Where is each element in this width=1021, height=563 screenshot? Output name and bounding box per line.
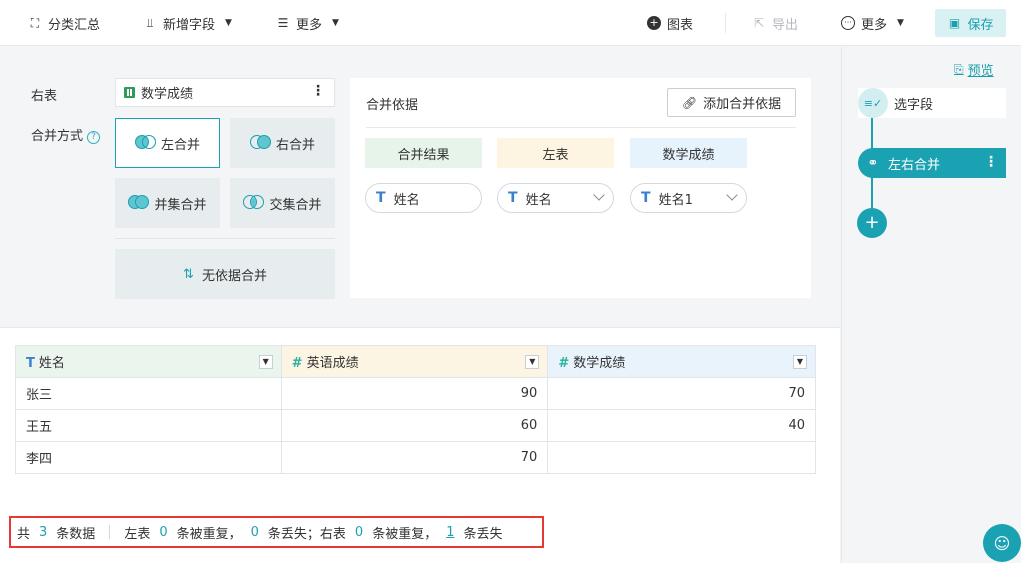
right-table-header: 数学成绩 (630, 138, 747, 168)
left-lost-count: 0 (250, 524, 259, 540)
save-button[interactable]: ▣ 保存 (935, 9, 1006, 37)
column-header-math[interactable]: # 数学成绩 ▼ (547, 345, 816, 378)
table-cell: 王五 (15, 409, 282, 442)
flow-step-merge[interactable]: ⚭ 左右合并 ⋮ (858, 148, 1006, 178)
chevron-down-icon (726, 189, 738, 201)
link-icon: 🔗︎ (681, 95, 698, 110)
table-cell: 70 (280, 441, 549, 474)
toolbar-divider (725, 13, 726, 33)
list-icon: ☰ (277, 16, 289, 30)
column-header-name[interactable]: T 姓名 ▼ (15, 345, 282, 378)
column-dropdown-icon[interactable]: ▼ (793, 355, 807, 369)
hierarchy-icon: ⛶ (30, 16, 40, 30)
more-left-button[interactable]: ☰ 更多 ▼ (276, 0, 339, 46)
result-table: T 姓名 ▼ # 英语成绩 ▼ # 数学成绩 ▼ 张三 90 70 王五 60 … (15, 345, 816, 474)
merge-option-left[interactable]: 左合并 (115, 118, 220, 168)
number-type-icon: # (558, 356, 570, 371)
column-dropdown-icon[interactable]: ▼ (525, 355, 540, 369)
export-button[interactable]: ⇱ 导出 (752, 0, 798, 46)
right-dup-count: 0 (354, 524, 364, 540)
right-join-icon (249, 134, 272, 152)
basis-title: 合并依据 (366, 98, 419, 113)
save-icon: ▣ (948, 16, 961, 30)
caret-down-icon: ▼ (332, 18, 339, 28)
table-cell: 60 (280, 409, 549, 442)
flow-step-select-fields[interactable]: ≡✓ 选字段 (858, 88, 1006, 118)
merge-option-union[interactable]: 并集合并 (115, 178, 220, 228)
chevron-down-icon (593, 189, 605, 201)
table-row: 李四 70 (15, 441, 816, 474)
left-table-header: 左表 (497, 138, 614, 168)
flow-sidebar: ⎘ 预览 ≡✓ 选字段 ⚭ 左右合并 ⋮ + ☺ (841, 47, 1021, 563)
chart-button[interactable]: + 图表 (647, 0, 693, 46)
add-field-icon: ⫫ (146, 16, 154, 30)
help-icon[interactable]: ? (87, 131, 101, 144)
caret-down-icon: ▼ (897, 18, 904, 28)
total-count: 3 (39, 524, 48, 540)
union-join-icon (128, 194, 150, 212)
text-type-icon: T (376, 190, 386, 206)
add-basis-button[interactable]: 🔗︎ 添加合并依据 (667, 88, 796, 117)
table-cell (547, 441, 816, 474)
left-join-icon (134, 134, 157, 152)
table-cell: 张三 (15, 377, 282, 410)
result-header: 合并结果 (365, 138, 482, 168)
divider (109, 525, 111, 539)
swap-icon: ⇅ (183, 266, 194, 282)
right-lost-count-link[interactable]: 1 (446, 525, 454, 540)
result-field-input[interactable]: T 姓名 (365, 183, 482, 213)
merge-option-right[interactable]: 右合并 (230, 118, 335, 168)
right-table-select[interactable]: 数学成绩 ⋮ (115, 78, 335, 107)
intersect-join-icon (243, 194, 265, 212)
add-field-button[interactable]: ⫫ 新增字段 ▼ (143, 0, 232, 46)
table-cell: 40 (547, 409, 816, 442)
right-field-select[interactable]: T 姓名1 (630, 183, 747, 213)
chat-support-button[interactable]: ☺ (983, 524, 1021, 562)
merge-method-label: 合并方式? (31, 125, 101, 144)
merge-config-panel: 右表 数学成绩 ⋮ 合并方式? 左合并 右合并 并集合并 交集合并 ⇅ 无依据合… (0, 47, 840, 326)
merge-summary: 共 3 条数据 左表 0 条被重复， 0 条丢失；右表 0 条被重复， 1 条丢… (9, 516, 544, 548)
table-cell: 90 (280, 377, 549, 410)
toolbar: ⛶ 分类汇总 ⫫ 新增字段 ▼ ☰ 更多 ▼ + 图表 ⇱ 导出 ··· 更多 … (0, 0, 1021, 46)
sheet-icon (124, 87, 135, 98)
select-fields-icon: ≡✓ (858, 88, 888, 118)
table-row: 王五 60 40 (15, 409, 816, 442)
number-type-icon: # (291, 356, 303, 371)
table-row: 张三 90 70 (15, 377, 816, 410)
preview-icon: ⎘ (954, 62, 964, 76)
left-field-select[interactable]: T 姓名 (497, 183, 614, 213)
merge-option-no-basis[interactable]: ⇅ 无依据合并 (115, 249, 335, 299)
column-dropdown-icon[interactable]: ▼ (258, 355, 273, 369)
more-right-button[interactable]: ··· 更多 ▼ (841, 0, 904, 46)
kebab-menu-icon[interactable]: ⋮ (984, 154, 998, 170)
table-cell: 70 (547, 377, 816, 410)
right-table-label: 右表 (31, 89, 58, 104)
plus-circle-icon: + (647, 16, 661, 30)
kebab-menu-icon[interactable]: ⋮ (311, 83, 325, 99)
data-preview-area: T 姓名 ▼ # 英语成绩 ▼ # 数学成绩 ▼ 张三 90 70 王五 60 … (0, 327, 840, 563)
merge-option-intersect[interactable]: 交集合并 (230, 178, 335, 228)
divider (366, 127, 796, 128)
divider (115, 238, 335, 239)
merge-icon: ⚭ (867, 155, 879, 171)
add-step-button[interactable]: + (857, 208, 887, 238)
left-dup-count: 0 (159, 524, 168, 540)
text-type-icon: T (641, 190, 651, 206)
more-circle-icon: ··· (841, 16, 855, 30)
caret-down-icon: ▼ (225, 18, 232, 28)
text-type-icon: T (508, 190, 518, 206)
preview-link[interactable]: ⎘ 预览 (954, 60, 994, 79)
export-icon: ⇱ (753, 16, 765, 30)
table-cell: 李四 (15, 441, 282, 474)
merge-basis-panel: 合并依据 🔗︎ 添加合并依据 合并结果 左表 数学成绩 T 姓名 T 姓名 T … (350, 78, 811, 298)
chat-icon: ☺ (993, 533, 1011, 553)
column-header-english[interactable]: # 英语成绩 ▼ (280, 345, 549, 378)
text-type-icon: T (26, 356, 35, 371)
group-summary-button[interactable]: ⛶ 分类汇总 (28, 0, 100, 46)
